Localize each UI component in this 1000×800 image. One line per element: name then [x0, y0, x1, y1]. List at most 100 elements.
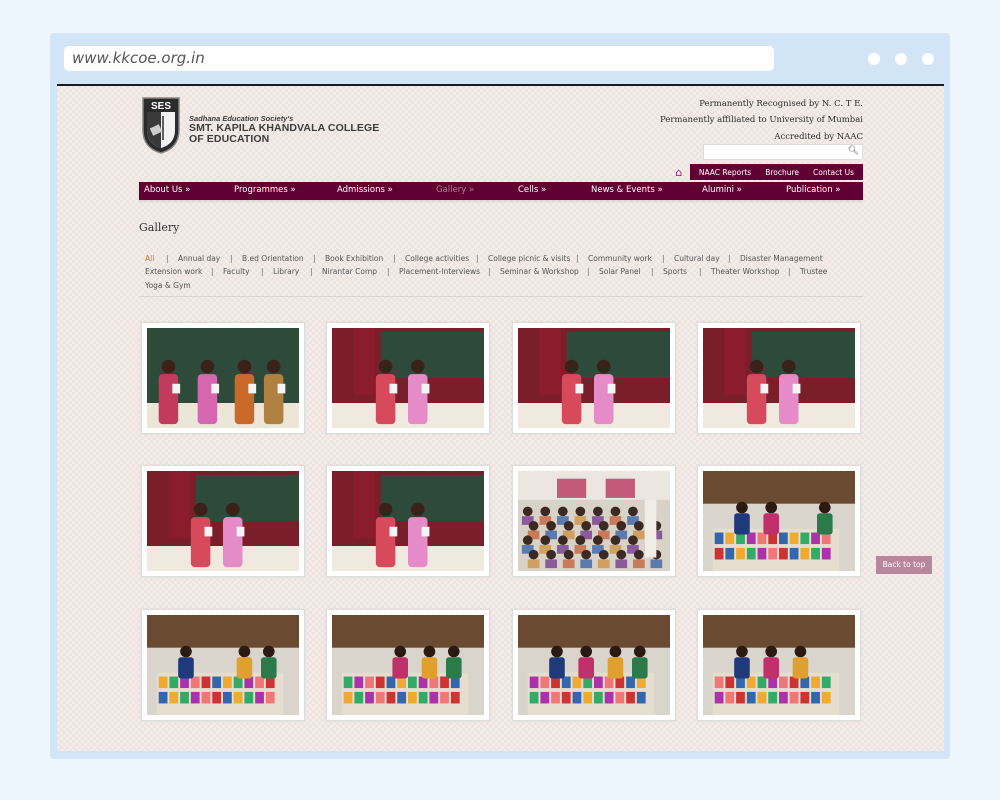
nav-item-alumini[interactable]: Alumini »: [702, 185, 742, 195]
window-dot-icon[interactable]: [895, 53, 907, 65]
gallery-photo: [703, 615, 855, 715]
filter-link[interactable]: Annual day: [178, 252, 220, 265]
filter-link[interactable]: Sports: [663, 265, 687, 278]
gallery-photo: [518, 471, 670, 571]
gallery-photo: [147, 615, 299, 715]
window-dot-icon[interactable]: [922, 53, 934, 65]
nav-item-news-events[interactable]: News & Events »: [591, 185, 663, 195]
accreditation-info: Permanently Recognised by N. C. T E. Per…: [660, 96, 863, 145]
filter-link[interactable]: College activities: [405, 252, 469, 265]
gallery-photo: [147, 471, 299, 571]
logo-initials: SES: [151, 101, 171, 112]
gallery-thumbnail[interactable]: [697, 465, 861, 577]
gallery-thumbnail[interactable]: [326, 465, 490, 577]
filter-link[interactable]: Theater Workshop: [711, 265, 780, 278]
page-container: SES Sadhana Education Society's SMT. KAP…: [139, 86, 863, 751]
filter-link[interactable]: Trustee: [800, 265, 827, 278]
gallery-photo: [332, 615, 484, 715]
url-text: www.kkcoe.org.in: [72, 49, 205, 67]
gallery-photo: [703, 471, 855, 571]
college-logo-icon[interactable]: SES: [139, 96, 183, 154]
nav-item-about-us[interactable]: About Us »: [144, 185, 190, 195]
filter-link[interactable]: Extension work: [145, 265, 202, 278]
window-dot-icon[interactable]: [868, 53, 880, 65]
filter-separator: |: [728, 254, 731, 263]
divider: [139, 296, 863, 297]
browser-window: www.kkcoe.org.in SES Sadhana Education S…: [50, 33, 950, 759]
brochure-link[interactable]: Brochure: [758, 168, 806, 177]
filter-separator: |: [788, 267, 791, 277]
nav-item-cells[interactable]: Cells »: [518, 185, 546, 195]
nav-item-admissions[interactable]: Admissions »: [337, 185, 393, 195]
filter-separator: |: [488, 267, 491, 277]
filter-link[interactable]: College picnic & visits: [488, 252, 570, 265]
gallery-photo: [703, 328, 855, 428]
filter-link[interactable]: Yoga & Gym: [145, 279, 191, 292]
window-controls: [868, 53, 934, 65]
gallery-filters: All | Annual day | B.ed Orientation | Book Exh…: [145, 252, 855, 292]
gallery-thumbnail[interactable]: [697, 609, 861, 721]
college-name[interactable]: Sadhana Education Society's SMT. KAPILA …: [189, 114, 379, 145]
filter-separator: |: [313, 254, 316, 263]
gallery-photo: [332, 471, 484, 571]
search-input[interactable]: 🔍︎: [703, 144, 863, 160]
gallery-thumbnail[interactable]: [326, 322, 490, 434]
filter-link[interactable]: Community work: [588, 252, 652, 265]
filter-link[interactable]: All: [145, 252, 154, 265]
filter-separator: |: [587, 267, 590, 277]
filter-separator: |: [699, 267, 702, 277]
gallery-thumbnail[interactable]: [512, 322, 676, 434]
filter-separator: |: [261, 267, 264, 277]
accreditation-line: Permanently Recognised by N. C. T E.: [699, 99, 863, 109]
filter-separator: |: [476, 254, 479, 263]
gallery-photo: [518, 615, 670, 715]
filter-link[interactable]: B.ed Orientation: [242, 252, 304, 265]
filter-separator: |: [166, 254, 169, 263]
gallery-thumbnail[interactable]: [512, 465, 676, 577]
gallery-thumbnail[interactable]: [141, 465, 305, 577]
filter-separator: |: [662, 254, 665, 263]
page-viewport: SES Sadhana Education Society's SMT. KAP…: [57, 84, 944, 751]
accreditation-line: Permanently affiliated to University of …: [659, 115, 863, 126]
gallery-thumbnail[interactable]: [326, 609, 490, 721]
filter-link[interactable]: Nirantar Comp: [322, 265, 377, 278]
home-icon[interactable]: ⌂: [670, 166, 688, 179]
filter-separator: |: [387, 267, 390, 277]
naac-reports-link[interactable]: NAAC Reports: [692, 168, 758, 177]
filter-link[interactable]: Book Exhibition: [325, 252, 383, 265]
gallery-thumbnail[interactable]: [141, 322, 305, 434]
search-icon[interactable]: 🔍︎: [848, 146, 859, 156]
gallery-photo: [147, 328, 299, 428]
address-bar[interactable]: www.kkcoe.org.in: [64, 46, 774, 71]
filter-link[interactable]: Faculty: [223, 265, 250, 278]
accreditation-line: Accredited by NAAC: [774, 131, 863, 142]
filter-separator: |: [576, 254, 579, 263]
filter-row: Extension work | Faculty | Library | Nirantar …: [145, 265, 855, 278]
filter-link[interactable]: Disaster Management: [740, 252, 823, 265]
filter-separator: |: [230, 254, 233, 263]
filter-separator: |: [211, 267, 214, 277]
filter-link[interactable]: Solar Panel: [599, 265, 641, 278]
gallery-photo: [518, 328, 670, 428]
contact-us-link[interactable]: Contact Us: [806, 168, 861, 177]
nav-item-programmes[interactable]: Programmes »: [234, 185, 296, 195]
gallery-thumbnail[interactable]: [512, 609, 676, 721]
filter-separator: |: [651, 267, 654, 277]
nav-item-gallery[interactable]: Gallery »: [436, 185, 474, 195]
filter-link[interactable]: Placement-Interviews: [399, 265, 480, 278]
college-name-line2: OF EDUCATION: [189, 133, 270, 145]
nav-item-publication[interactable]: Publication »: [786, 185, 841, 195]
filter-link[interactable]: Seminar & Workshop: [500, 265, 579, 278]
filter-row: All | Annual day | B.ed Orientation | Book Exh…: [145, 252, 855, 265]
gallery-thumbnail[interactable]: [697, 322, 861, 434]
filter-separator: |: [310, 267, 313, 277]
filter-separator: |: [393, 254, 396, 263]
back-to-top-button[interactable]: Back to top: [876, 556, 932, 574]
filter-link[interactable]: Cultural day: [674, 252, 720, 265]
main-nav: About Us » Programmes » Admissions » Galler…: [139, 182, 863, 200]
gallery-thumbnail[interactable]: [141, 609, 305, 721]
gallery-photo: [332, 328, 484, 428]
filter-link[interactable]: Library: [273, 265, 299, 278]
page-title: Gallery: [139, 221, 180, 234]
top-links: NAAC Reports Brochure Contact Us: [689, 164, 863, 180]
